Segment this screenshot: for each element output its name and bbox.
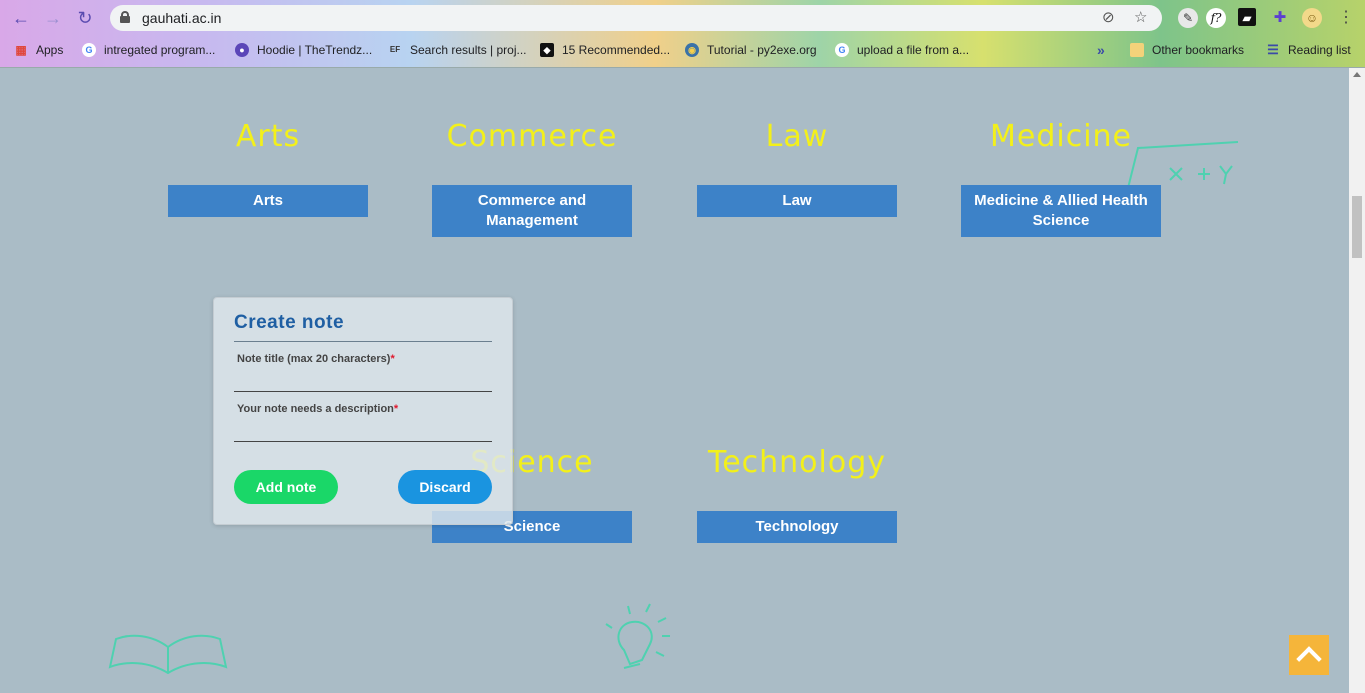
stream-law: Law Law: [697, 117, 897, 217]
reading-list-icon: ☰: [1267, 42, 1279, 57]
stream-heading-law: Law: [765, 119, 829, 154]
page-content: Arts Arts Commerce Commerce and Manageme…: [0, 68, 1349, 693]
open-book-doodle-icon: [108, 634, 228, 675]
python-icon: ◉: [685, 43, 699, 57]
modal-title: Create note: [234, 312, 345, 333]
google-icon: G: [82, 43, 96, 57]
menu-kebab-icon[interactable]: ⋮: [1336, 8, 1356, 28]
bookmark-book-icon: ◆: [540, 43, 554, 57]
note-title-input[interactable]: [234, 370, 492, 392]
globe-icon: ●: [235, 43, 249, 57]
ef-icon: EF: [389, 45, 401, 54]
stream-heading-medicine: Medicine: [989, 119, 1133, 154]
arts-button[interactable]: Arts: [168, 185, 368, 217]
required-marker: *: [393, 403, 399, 415]
reading-list[interactable]: ☰ Reading list: [1266, 41, 1351, 59]
folder-icon: [1130, 43, 1144, 57]
scroll-up-arrow-icon[interactable]: [1353, 72, 1361, 77]
apps-grid-icon: ▦: [15, 43, 27, 57]
bookmark-apps[interactable]: ▦ Apps: [14, 41, 63, 59]
page-scrollbar[interactable]: [1349, 68, 1365, 693]
stream-medicine: Medicine Medicine & Allied Health Scienc…: [961, 117, 1161, 237]
stream-arts: Arts Arts: [168, 117, 368, 217]
note-title-label: Note title (max 20 characters)*: [237, 353, 395, 365]
bookmark-15-recommended[interactable]: ◆ 15 Recommended...: [540, 41, 670, 59]
reload-icon[interactable]: ↻: [74, 7, 96, 29]
extensions-puzzle-icon[interactable]: ✚: [1270, 8, 1290, 28]
bookmark-star-icon[interactable]: ☆: [1134, 8, 1147, 26]
bookmark-py2exe[interactable]: ◉ Tutorial - py2exe.org: [685, 41, 817, 59]
browser-toolbar: ← → ↻ gauhati.ac.in ⊘ ☆ ✎ f? ▰ ✚ ☺ ⋮: [0, 0, 1365, 36]
scroll-thumb[interactable]: [1352, 196, 1362, 258]
url-text[interactable]: gauhati.ac.in: [142, 10, 221, 26]
address-bar[interactable]: gauhati.ac.in ⊘ ☆: [110, 5, 1162, 31]
stream-heading-arts: Arts: [235, 119, 301, 154]
required-marker: *: [390, 353, 395, 365]
back-to-top-button[interactable]: [1289, 635, 1329, 675]
law-button[interactable]: Law: [697, 185, 897, 217]
stream-technology: Technology Technology: [697, 443, 897, 543]
back-icon[interactable]: ←: [10, 7, 32, 29]
bookmark-search-results[interactable]: EF Search results | proj...: [388, 41, 527, 59]
create-note-modal: Create note Note title (max 20 character…: [213, 297, 513, 525]
extension-black-icon[interactable]: ▰: [1238, 8, 1256, 26]
note-description-label: Your note needs a description*: [237, 403, 399, 415]
tracking-off-icon[interactable]: ⊘: [1102, 8, 1115, 26]
lightbulb-doodle-icon: [605, 603, 670, 669]
fx-extension-icon[interactable]: f?: [1206, 8, 1226, 28]
bookmark-integrated-program[interactable]: G intregated program...: [82, 41, 215, 59]
discard-button[interactable]: Discard: [398, 470, 492, 504]
bookmark-hoodie[interactable]: ● Hoodie | TheTrendz...: [235, 41, 372, 59]
bookmark-upload-file[interactable]: G upload a file from a...: [835, 41, 969, 59]
lock-icon: [120, 11, 130, 23]
stream-commerce: Commerce Commerce and Management: [432, 117, 632, 237]
note-description-input[interactable]: [234, 420, 492, 442]
other-bookmarks[interactable]: Other bookmarks: [1130, 41, 1244, 59]
stream-heading-commerce: Commerce: [446, 119, 618, 154]
commerce-button[interactable]: Commerce and Management: [432, 185, 632, 237]
google-icon: G: [835, 43, 849, 57]
medicine-button[interactable]: Medicine & Allied Health Science: [961, 185, 1161, 237]
forward-icon[interactable]: →: [42, 7, 64, 29]
technology-button[interactable]: Technology: [697, 511, 897, 543]
stream-heading-technology: Technology: [707, 445, 887, 480]
bookmarks-bar: ▦ Apps G intregated program... ● Hoodie …: [0, 36, 1365, 64]
profile-avatar-icon[interactable]: ☺: [1302, 8, 1322, 28]
browser-chrome: ← → ↻ gauhati.ac.in ⊘ ☆ ✎ f? ▰ ✚ ☺ ⋮ ▦ A…: [0, 0, 1365, 68]
eyedropper-extension-icon[interactable]: ✎: [1178, 8, 1198, 28]
bookmarks-overflow-chevron-icon[interactable]: »: [1097, 41, 1105, 59]
add-note-button[interactable]: Add note: [234, 470, 338, 504]
modal-divider: [234, 341, 492, 342]
